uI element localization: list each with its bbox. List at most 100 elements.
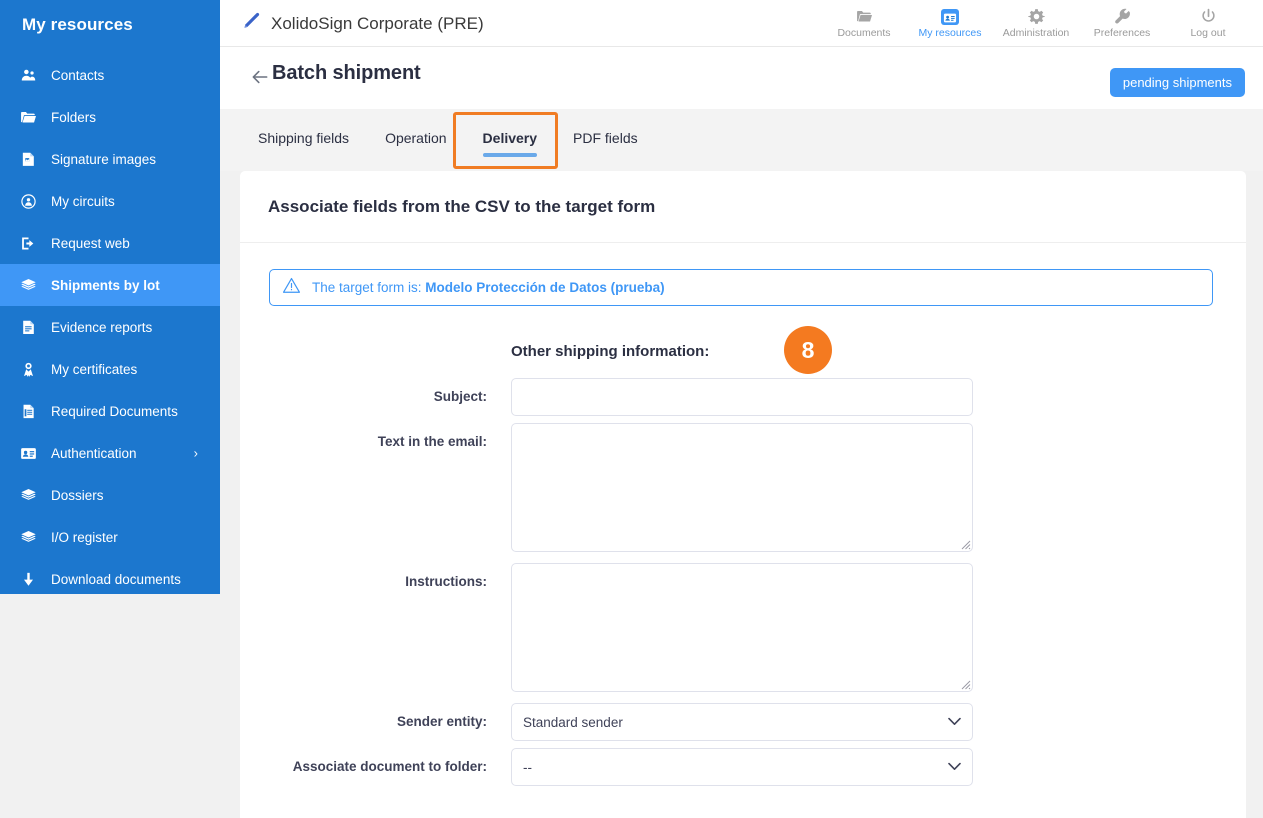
request-web-icon <box>20 234 42 252</box>
target-form-alert-text: The target form is: Modelo Protección de… <box>312 280 665 295</box>
tab-delivery[interactable]: Delivery <box>464 109 556 165</box>
layers-icon <box>20 276 42 294</box>
header-nav-preferences[interactable]: Preferences <box>1079 0 1165 47</box>
sidebar-item-required-documents[interactable]: Required Documents <box>0 390 220 432</box>
sidebar-item-label: Evidence reports <box>51 319 153 335</box>
certificate-icon <box>20 360 42 378</box>
form-row-email-text: Text in the email: <box>265 423 973 552</box>
folder-icon <box>20 108 42 126</box>
sidebar-item-dossiers[interactable]: Dossiers <box>0 474 220 516</box>
top-header: XolidoSign Corporate (PRE) Documents My r… <box>220 0 1263 47</box>
folder-icon <box>856 8 873 25</box>
tab-active-underline <box>482 153 538 157</box>
target-form-name: Modelo Protección de Datos (prueba) <box>425 280 665 295</box>
header-nav-my-resources[interactable]: My resources <box>907 0 993 47</box>
sidebar-item-evidence-reports[interactable]: Evidence reports <box>0 306 220 348</box>
sidebar: My resources Contacts Folders Signature im… <box>0 0 220 594</box>
id-card-icon <box>941 8 959 25</box>
sidebar-item-label: Signature images <box>51 151 157 167</box>
alert-prefix: The target form is: <box>312 280 426 295</box>
sidebar-item-label: Download documents <box>51 571 181 587</box>
header-nav-label: Log out <box>1190 27 1226 39</box>
control-instructions <box>511 563 973 692</box>
page-titlebar: Batch shipment pending shipments <box>220 47 1263 109</box>
tab-shipping-fields[interactable]: Shipping fields <box>240 109 367 165</box>
header-nav-label: My resources <box>918 27 982 39</box>
header-nav-label: Preferences <box>1093 27 1151 39</box>
sidebar-item-my-circuits[interactable]: My circuits <box>0 180 220 222</box>
download-icon <box>20 570 42 588</box>
instructions-textarea[interactable] <box>511 563 973 692</box>
chevron-right-icon: › <box>193 445 198 461</box>
sidebar-item-folders[interactable]: Folders <box>0 96 220 138</box>
pen-icon <box>242 11 262 36</box>
sidebar-item-i-o-register[interactable]: I/O register <box>0 516 220 558</box>
form-row-subject: Subject: <box>265 378 973 416</box>
app-root: My resources Contacts Folders Signature im… <box>0 0 1263 818</box>
report-icon <box>20 318 42 336</box>
tab-operation[interactable]: Operation <box>367 109 464 165</box>
sidebar-item-label: Required Documents <box>51 403 178 419</box>
layers-icon <box>20 528 42 546</box>
pending-shipments-button[interactable]: pending shipments <box>1109 68 1245 97</box>
header-nav-documents[interactable]: Documents <box>821 0 907 47</box>
header-nav-label: Administration <box>1002 27 1070 39</box>
header-nav-administration[interactable]: Administration <box>993 0 1079 47</box>
sidebar-item-authentication[interactable]: Authentication › <box>0 432 220 474</box>
label-subject: Subject: <box>433 389 487 404</box>
associate-folder-value: -- <box>523 759 532 775</box>
sidebar-item-label: My circuits <box>51 193 115 209</box>
wrench-icon <box>1114 8 1131 25</box>
warning-triangle-icon <box>282 276 301 300</box>
sidebar-title: My resources <box>22 15 133 34</box>
layers-icon <box>20 486 42 504</box>
subject-input[interactable] <box>511 378 973 416</box>
gear-icon <box>1027 8 1045 25</box>
sidebar-item-label: My certificates <box>51 361 138 377</box>
circuit-icon <box>20 192 42 210</box>
header-nav-log-out[interactable]: Log out <box>1165 0 1251 47</box>
header-nav-label: Documents <box>837 27 891 39</box>
target-form-alert: The target form is: Modelo Protección de… <box>269 269 1213 306</box>
tab-pdf-fields[interactable]: PDF fields <box>555 109 656 165</box>
sidebar-item-label: Request web <box>51 235 130 251</box>
card-header: Associate fields from the CSV to the tar… <box>240 171 1246 243</box>
sidebar-item-label: Folders <box>51 109 97 125</box>
power-icon <box>1200 8 1217 25</box>
sidebar-item-download-documents[interactable]: Download documents <box>0 558 220 600</box>
sidebar-item-label: Contacts <box>51 67 105 83</box>
control-sender-entity: Standard sender <box>511 703 973 741</box>
form-row-instructions: Instructions: <box>265 563 973 692</box>
sidebar-item-my-certificates[interactable]: My certificates <box>0 348 220 390</box>
sidebar-item-request-web[interactable]: Request web <box>0 222 220 264</box>
tab-label: PDF fields <box>573 130 638 146</box>
id-card-icon <box>20 444 42 462</box>
sidebar-item-label: Authentication <box>51 445 137 461</box>
associate-folder-select[interactable]: -- <box>511 748 973 786</box>
sidebar-item-shipments-by-lot[interactable]: Shipments by lot <box>0 264 220 306</box>
form-row-sender-entity: Sender entity: Standard sender <box>265 703 973 741</box>
sidebar-item-contacts[interactable]: Contacts <box>0 54 220 96</box>
sender-entity-select[interactable]: Standard sender <box>511 703 973 741</box>
sender-entity-value: Standard sender <box>523 714 623 730</box>
control-subject <box>511 378 973 416</box>
control-email-text <box>511 423 973 552</box>
sidebar-item-signature-images[interactable]: Signature images <box>0 138 220 180</box>
signature-image-icon <box>20 150 42 168</box>
form-row-associate-folder: Associate document to folder: -- <box>265 748 973 786</box>
label-email-text: Text in the email: <box>377 434 487 449</box>
tab-label: Delivery <box>482 130 538 146</box>
tabstrip: Shipping fields Operation Delivery PDF fiel… <box>220 109 1263 171</box>
tabs: Shipping fields Operation Delivery PDF fiel… <box>240 109 656 171</box>
arrow-left-icon[interactable] <box>246 63 274 91</box>
contacts-icon <box>20 66 42 84</box>
brand: XolidoSign Corporate (PRE) <box>242 0 484 47</box>
header-nav: Documents My resources Administration Prefe… <box>821 0 1251 47</box>
tab-label: Shipping fields <box>258 130 350 146</box>
sidebar-nav-list: Contacts Folders Signature images My circui… <box>0 54 220 600</box>
tab-label: Operation <box>385 130 447 146</box>
brand-name: XolidoSign Corporate (PRE) <box>271 13 484 33</box>
email-text-textarea[interactable] <box>511 423 973 552</box>
control-associate-folder: -- <box>511 748 973 786</box>
sidebar-item-label: I/O register <box>51 529 118 545</box>
